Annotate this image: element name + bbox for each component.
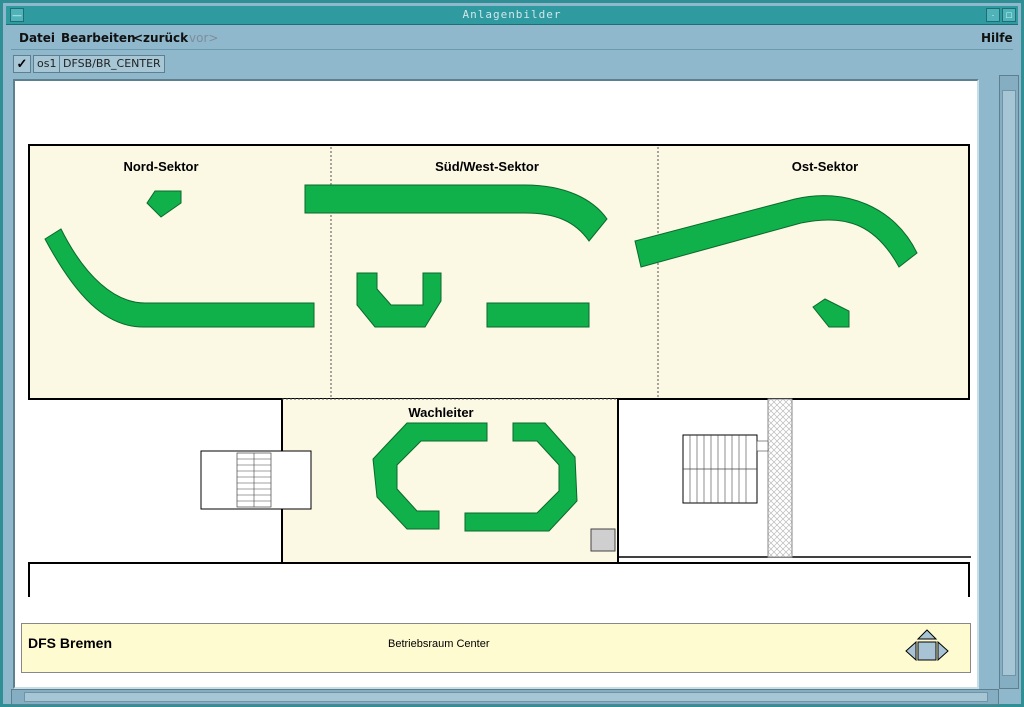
nav-up-icon[interactable]	[916, 629, 938, 640]
right-room-walls	[617, 399, 971, 558]
menu-hilfe[interactable]: Hilfe	[981, 31, 1013, 45]
title-bar[interactable]: — Anlagenbilder · □	[6, 6, 1018, 25]
vertical-scrollbar[interactable]	[999, 75, 1019, 689]
plan-footer: DFS Bremen Betriebsraum Center	[21, 623, 971, 673]
nav-right-icon[interactable]	[937, 640, 949, 662]
forward-link[interactable]: vor>	[189, 31, 218, 45]
footer-room-title: Betriebsraum Center	[388, 638, 490, 650]
horizontal-scrollbar[interactable]	[11, 689, 999, 705]
minimize-button[interactable]: ·	[986, 8, 1000, 22]
navigation-arrows	[905, 629, 949, 662]
staircase-right	[682, 434, 769, 504]
app-window: — Anlagenbilder · □ Datei Bearbeiten <zu…	[0, 0, 1024, 707]
horizontal-scroll-thumb[interactable]	[24, 692, 988, 702]
main-hall-floor	[28, 144, 970, 400]
menu-datei[interactable]: Datei	[19, 31, 55, 45]
back-link[interactable]: <zurück	[133, 31, 188, 45]
workstation-field[interactable]: os1	[33, 55, 61, 73]
window-title: Anlagenbilder	[462, 8, 562, 21]
path-field[interactable]: DFSB/BR_CENTER	[59, 55, 165, 73]
maximize-button[interactable]: □	[1002, 8, 1016, 22]
menu-bar: Datei Bearbeiten <zurück vor> Hilfe	[11, 27, 1013, 50]
label-ost-sektor: Ost-Sektor	[792, 159, 858, 174]
lower-wall-left	[28, 562, 282, 597]
corridor-hatch	[767, 398, 793, 558]
vertical-scroll-thumb[interactable]	[1002, 90, 1016, 676]
nav-home-icon[interactable]	[917, 641, 937, 661]
lower-wall-right	[618, 562, 970, 597]
confirm-checkbox[interactable]: ✓	[13, 55, 31, 73]
staircase-left	[200, 450, 312, 510]
floorplan-svg: Nord-Sektor Süd/West-Sektor Ost-Sektor W…	[28, 144, 971, 597]
menu-bearbeiten[interactable]: Bearbeiten	[61, 31, 136, 45]
nav-left-icon[interactable]	[905, 640, 917, 662]
equipment-box[interactable]	[590, 528, 616, 552]
toolbar: ✓ os1 DFSB/BR_CENTER	[11, 53, 1013, 75]
floorplan-canvas: Nord-Sektor Süd/West-Sektor Ost-Sektor W…	[13, 79, 979, 689]
label-suedwest-sektor: Süd/West-Sektor	[435, 159, 539, 174]
footer-brand: DFS Bremen	[28, 635, 113, 651]
label-nord-sektor: Nord-Sektor	[123, 159, 198, 174]
label-wachleiter: Wachleiter	[408, 405, 473, 420]
console-suedwest-straight[interactable]	[486, 302, 590, 328]
